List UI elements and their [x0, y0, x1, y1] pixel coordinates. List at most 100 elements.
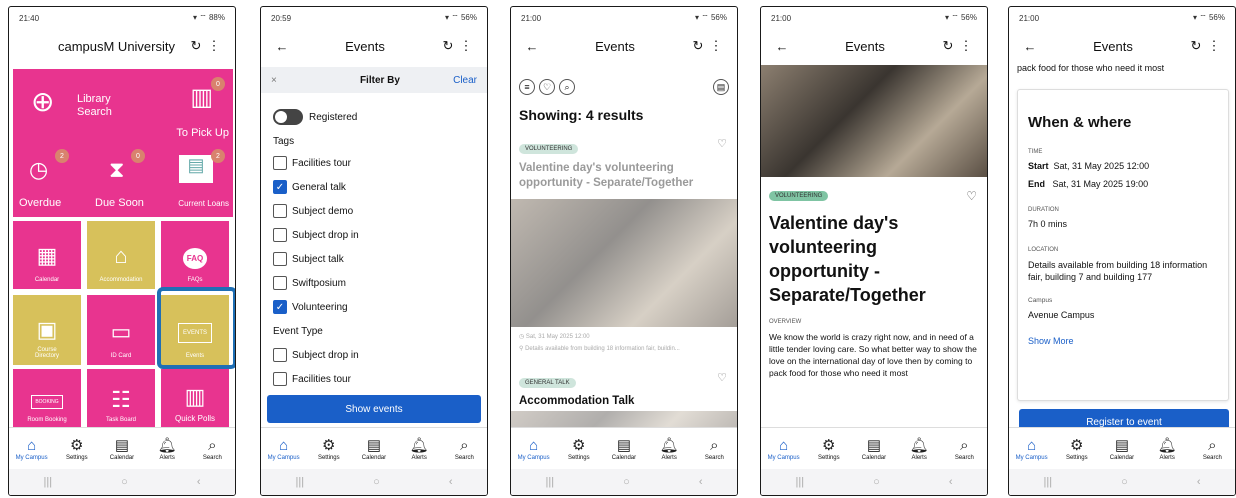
nav-mycampus[interactable]: ⌂ My Campus [764, 437, 804, 461]
checkbox[interactable] [273, 228, 287, 242]
event-card-1[interactable]: VOLUNTEERING ♡ Valentine day's volunteer… [519, 137, 729, 191]
course-icon: ▣ [36, 317, 58, 342]
filter-option[interactable]: Subject talk [261, 247, 487, 271]
more-icon[interactable]: ⋮ [957, 38, 975, 54]
nav-search[interactable]: ⌕ Search [444, 437, 484, 461]
roombooking-tile[interactable]: BOOKING Room Booking [13, 369, 81, 429]
back-arrow-icon[interactable]: ← [1021, 39, 1039, 54]
favourite-icon[interactable]: ♡ [717, 371, 727, 384]
filter-option[interactable]: Subject drop in [261, 223, 487, 247]
filter-option[interactable]: Subject drop in [261, 343, 487, 367]
nav-mycampus[interactable]: ⌂ My Campus [514, 437, 554, 461]
checkbox[interactable] [273, 348, 287, 362]
checkbox[interactable] [273, 276, 287, 290]
filter-option[interactable]: Subject demo [261, 199, 487, 223]
filter-option[interactable]: ✓ Volunteering [261, 295, 487, 319]
nav-calendar[interactable]: ▤ Calendar [604, 437, 644, 461]
more-icon[interactable]: ⋮ [457, 38, 475, 54]
nav-alerts[interactable]: 🔔︎ Alerts [649, 437, 689, 461]
nav-settings[interactable]: ⚙ Settings [809, 437, 849, 461]
nav-search[interactable]: ⌕ Search [694, 437, 734, 461]
nav-calendar[interactable]: ▤ Calendar [354, 437, 394, 461]
more-icon[interactable]: ⋮ [205, 38, 223, 54]
recents-icon[interactable]: ||| [546, 476, 555, 488]
calendar-icon[interactable]: ▤ [713, 79, 729, 95]
nav-settings[interactable]: ⚙ Settings [57, 437, 97, 461]
back-icon[interactable]: ‹ [699, 476, 703, 488]
nav-mycampus[interactable]: ⌂ My Campus [1012, 437, 1052, 461]
refresh-icon[interactable]: ↻ [439, 38, 457, 54]
clear-link[interactable]: Clear [453, 75, 477, 86]
home-button-icon[interactable]: ○ [1121, 476, 1128, 488]
nav-calendar[interactable]: ▤ Calendar [1102, 437, 1142, 461]
back-arrow-icon[interactable]: ← [273, 39, 291, 54]
search-icon[interactable]: ⌕ [559, 79, 575, 95]
nav-alerts[interactable]: 🔔︎ Alerts [899, 437, 939, 461]
nav-alerts[interactable]: 🔔︎ Alerts [399, 437, 439, 461]
more-icon[interactable]: ⋮ [1205, 38, 1223, 54]
nav-search[interactable]: ⌕ Search [1192, 437, 1232, 461]
nav-search[interactable]: ⌕ Search [944, 437, 984, 461]
nav-calendar[interactable]: ▤ Calendar [854, 437, 894, 461]
refresh-icon[interactable]: ↻ [1187, 38, 1205, 54]
favourite-icon[interactable]: ♡ [966, 189, 977, 203]
checkbox[interactable] [273, 204, 287, 218]
checkbox[interactable]: ✓ [273, 180, 287, 194]
battery-indicator: ▾ ⌔ 88% [193, 13, 225, 22]
quickpolls-tile[interactable]: ▥ Quick Polls [161, 369, 229, 429]
taskboard-tile[interactable]: ☷ Task Board [87, 369, 155, 429]
filter-option[interactable]: Swiftposium [261, 271, 487, 295]
nav-search[interactable]: ⌕ Search [192, 437, 232, 461]
event-card-2[interactable]: GENERAL TALK ♡ Accommodation Talk [519, 371, 729, 407]
checkbox[interactable] [273, 156, 287, 170]
nav-alerts[interactable]: 🔔︎ Alerts [1147, 437, 1187, 461]
nav-settings[interactable]: ⚙ Settings [559, 437, 599, 461]
recents-icon[interactable]: ||| [1044, 476, 1053, 488]
nav-alerts[interactable]: 🔔︎ Alerts [147, 437, 187, 461]
nav-mycampus[interactable]: ⌂ My Campus [264, 437, 304, 461]
nav-settings[interactable]: ⚙ Settings [309, 437, 349, 461]
accommodation-tile[interactable]: ⌂ Accommodation [87, 221, 155, 289]
back-icon[interactable]: ‹ [1197, 476, 1201, 488]
refresh-icon[interactable]: ↻ [187, 38, 205, 54]
back-icon[interactable]: ‹ [197, 476, 201, 488]
checkbox[interactable] [273, 252, 287, 266]
back-arrow-icon[interactable]: ← [523, 39, 541, 54]
nav-calendar[interactable]: ▤ Calendar [102, 437, 142, 461]
faqs-tile[interactable]: FAQ FAQs [161, 221, 229, 289]
filter-option[interactable]: Facilities tour [261, 367, 487, 391]
nav-mycampus[interactable]: ⌂ My Campus [12, 437, 52, 461]
home-button-icon[interactable]: ○ [873, 476, 880, 488]
home-button-icon[interactable]: ○ [121, 476, 128, 488]
nav-settings[interactable]: ⚙ Settings [1057, 437, 1097, 461]
recents-icon[interactable]: ||| [44, 476, 53, 488]
calendar-tile[interactable]: ▦ Calendar [13, 221, 81, 289]
back-icon[interactable]: ‹ [949, 476, 953, 488]
recents-icon[interactable]: ||| [296, 476, 305, 488]
refresh-icon[interactable]: ↻ [939, 38, 957, 54]
show-events-button[interactable]: Show events [267, 395, 481, 423]
recents-icon[interactable]: ||| [796, 476, 805, 488]
course-tile[interactable]: ▣ Course Directory [13, 295, 81, 365]
page-title: Events [595, 38, 635, 54]
library-tile[interactable]: ⊕ Library Search ▥ 0 To Pick Up ◷ 2 Over… [13, 69, 233, 217]
battery-level: 56% [460, 13, 477, 22]
checkbox[interactable]: ✓ [273, 300, 287, 314]
back-icon[interactable]: ‹ [449, 476, 453, 488]
filter-option[interactable]: Facilities tour [261, 151, 487, 175]
registered-toggle[interactable] [273, 109, 303, 125]
filter-option[interactable]: ✓ General talk [261, 175, 487, 199]
home-button-icon[interactable]: ○ [373, 476, 380, 488]
idcard-tile[interactable]: ▭ ID Card [87, 295, 155, 365]
show-more-link[interactable]: Show More [1028, 336, 1218, 346]
checkbox[interactable] [273, 372, 287, 386]
filter-icon[interactable]: ≡ [519, 79, 535, 95]
favourite-icon[interactable]: ♡ [717, 137, 727, 150]
back-arrow-icon[interactable]: ← [773, 39, 791, 54]
registered-toggle-row[interactable]: Registered [261, 103, 487, 131]
refresh-icon[interactable]: ↻ [689, 38, 707, 54]
time-label: TIME [1028, 149, 1043, 155]
home-button-icon[interactable]: ○ [623, 476, 630, 488]
more-icon[interactable]: ⋮ [707, 38, 725, 54]
heart-icon[interactable]: ♡ [539, 79, 555, 95]
